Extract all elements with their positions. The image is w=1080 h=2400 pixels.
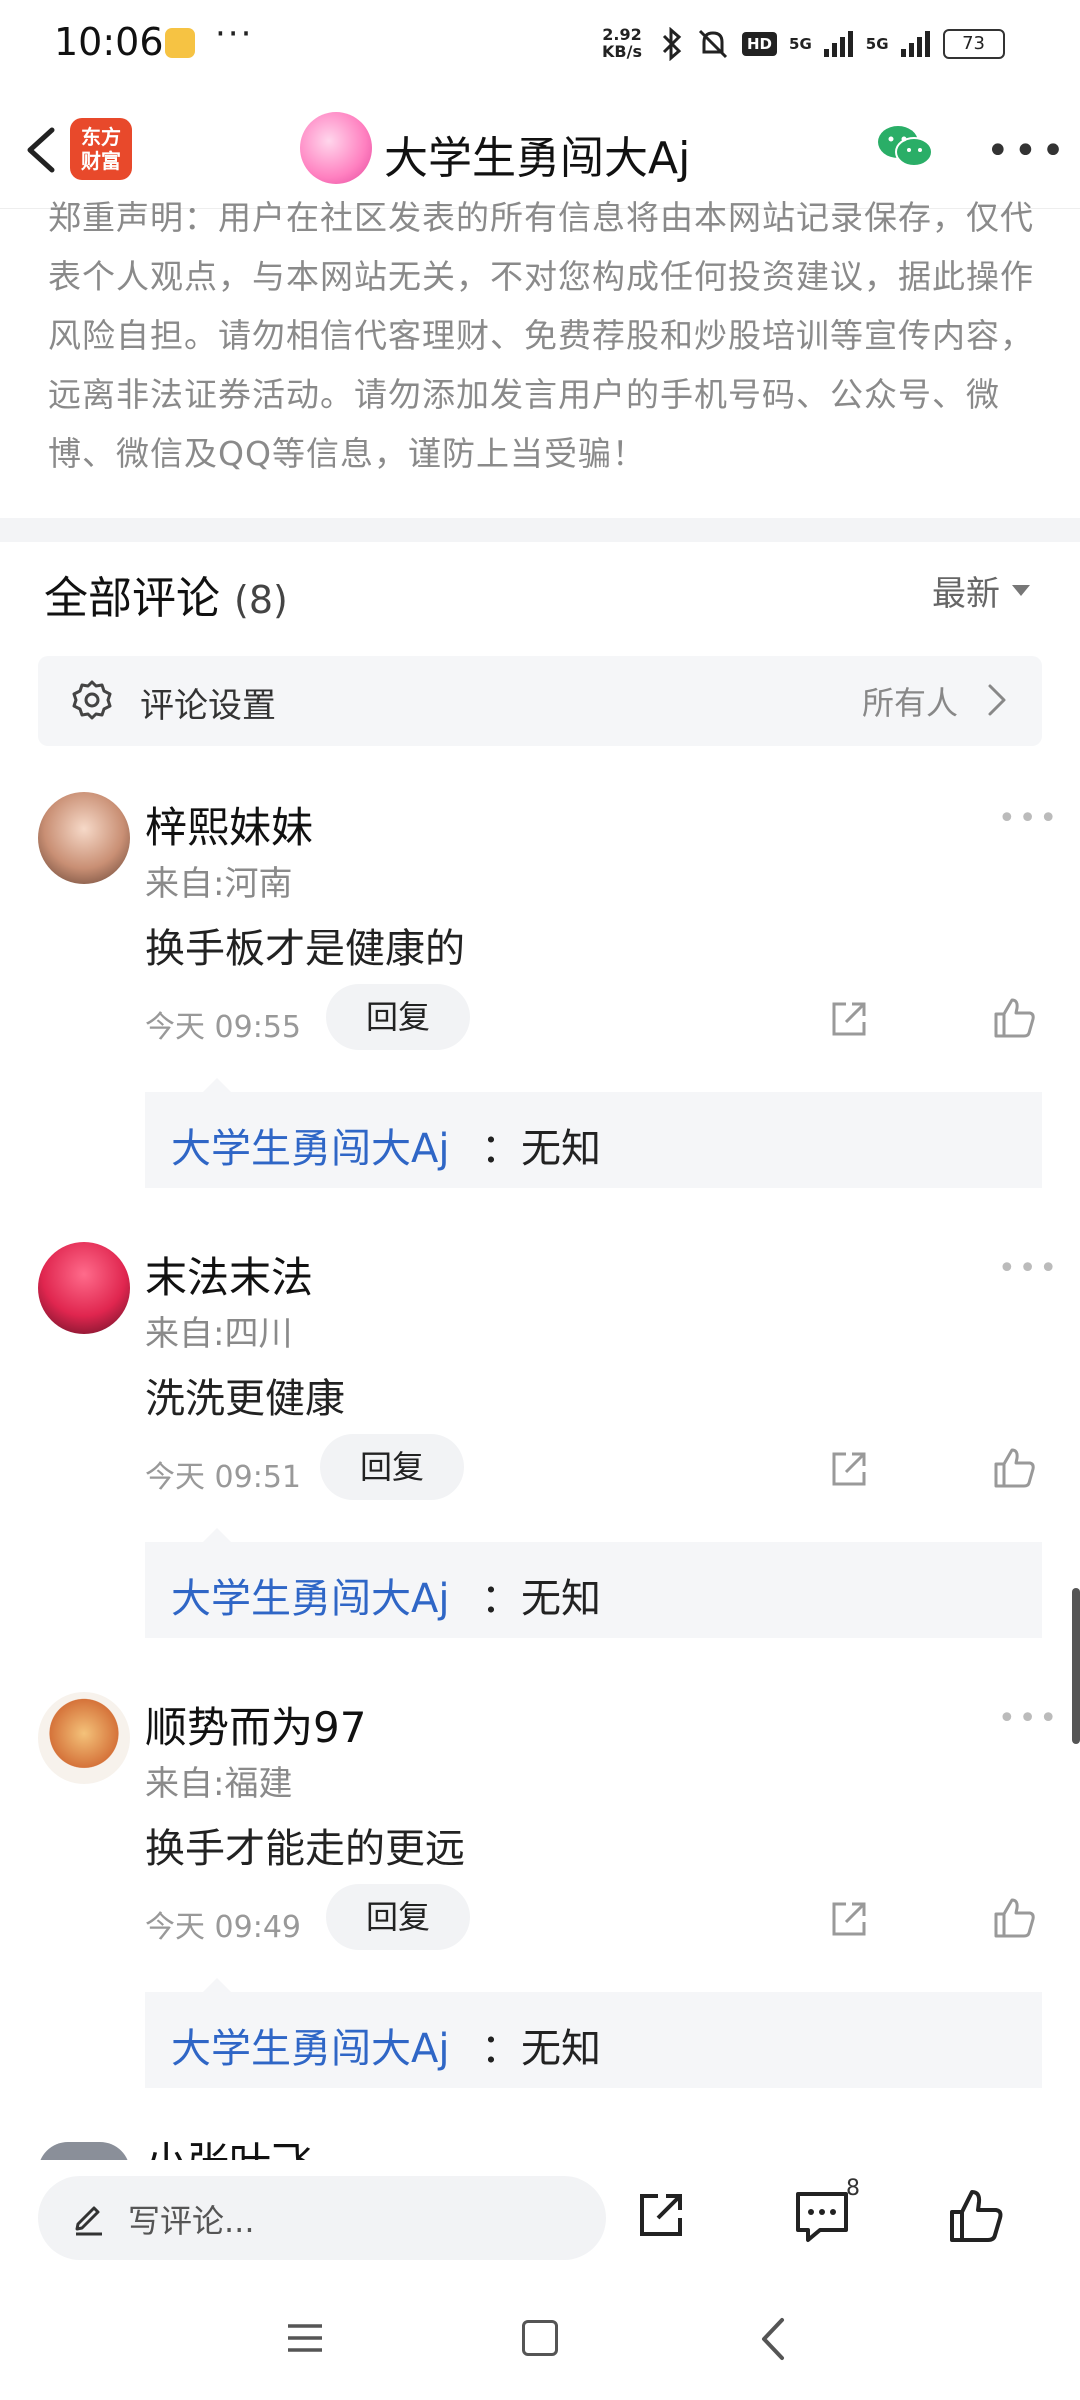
- share-icon[interactable]: [828, 998, 870, 1040]
- system-nav-bar: [0, 2280, 1080, 2400]
- status-more-dots: ···: [215, 14, 254, 54]
- avatar[interactable]: [38, 1692, 130, 1784]
- home-icon[interactable]: [522, 2320, 558, 2356]
- reply-author[interactable]: 大学生勇闯大Aj: [171, 2016, 449, 2074]
- more-options-icon[interactable]: •••: [986, 131, 1069, 171]
- comment-more-icon[interactable]: •••: [998, 1704, 1060, 1734]
- bluetooth-icon: [662, 27, 682, 61]
- status-icons: HD 5G 5G 73: [660, 22, 1005, 66]
- reply-author[interactable]: 大学生勇闯大Aj: [171, 1116, 449, 1174]
- reply-button[interactable]: 回复: [320, 1434, 464, 1500]
- write-comment-placeholder: 写评论...: [128, 2202, 255, 2240]
- wechat-icon[interactable]: [876, 122, 934, 172]
- reply-preview[interactable]: 大学生勇闯大Aj ：无知: [145, 1528, 1042, 1638]
- network-speed-value: 2.92: [602, 25, 642, 44]
- network-speed: 2.92 KB/s: [602, 26, 642, 60]
- comment-settings-row[interactable]: 评论设置 所有人: [38, 656, 1042, 746]
- comment-location: 来自:河南: [145, 864, 293, 904]
- hd-badge: HD: [742, 32, 778, 56]
- notification-app-icon: [165, 28, 195, 58]
- comment-author[interactable]: 顺势而为97: [145, 1694, 366, 1755]
- comment-item: 梓熙妹妹 来自:河南 ••• 换手板才是健康的 今天 09:55 回复 大学生勇…: [0, 792, 1080, 1242]
- battery-indicator: 73: [942, 29, 1005, 59]
- avatar[interactable]: [38, 1242, 130, 1334]
- comments-title-label: 全部评论: [44, 573, 220, 624]
- comment-item: 末法末法 来自:四川 ••• 洗洗更健康 今天 09:51 回复 大学生勇闯大A…: [0, 1242, 1080, 1692]
- brand-logo-line2: 财富: [81, 149, 121, 173]
- reply-text: ：无知: [481, 1576, 601, 1622]
- page-title[interactable]: 大学生勇闯大Aj: [384, 122, 690, 186]
- share-icon[interactable]: [828, 1898, 870, 1940]
- thumbs-up-icon[interactable]: [992, 996, 1036, 1040]
- author-avatar[interactable]: [300, 112, 372, 184]
- section-divider: [0, 518, 1080, 542]
- comment-count-badge: 8: [846, 2176, 860, 2201]
- reply-preview[interactable]: 大学生勇闯大Aj ：无知: [145, 1078, 1042, 1188]
- pencil-icon: [75, 2206, 102, 2236]
- reply-preview[interactable]: 大学生勇闯大Aj ：无知: [145, 1978, 1042, 2088]
- menu-icon[interactable]: [286, 2320, 324, 2356]
- mute-bell-icon: [698, 29, 728, 59]
- reply-button[interactable]: 回复: [326, 1884, 470, 1950]
- comment-settings-label: 评论设置: [140, 686, 276, 726]
- gear-icon: [72, 680, 112, 720]
- comment-text[interactable]: 换手才能走的更远: [145, 1816, 465, 1874]
- reply-author[interactable]: 大学生勇闯大Aj: [171, 1566, 449, 1624]
- comment-time: 今天 09:49: [145, 1910, 301, 1945]
- network-type-2: 5G: [865, 35, 889, 53]
- status-bar: 10:06 ··· 2.92 KB/s HD 5G 5G 73: [0, 0, 1080, 90]
- comment-author[interactable]: 梓熙妹妹: [145, 794, 313, 855]
- comment-item: 顺势而为97 来自:福建 ••• 换手才能走的更远 今天 09:49 回复 大学…: [0, 1692, 1080, 2142]
- comments-count: (8): [234, 578, 288, 622]
- brand-logo-line1: 东方: [81, 125, 121, 149]
- write-comment-input[interactable]: 写评论...: [38, 2176, 606, 2260]
- comment-text[interactable]: 换手板才是健康的: [145, 916, 465, 974]
- thumbs-up-icon[interactable]: [992, 1896, 1036, 1940]
- avatar[interactable]: [38, 792, 130, 884]
- chevron-right-icon: [988, 684, 1006, 716]
- scrollbar[interactable]: [1072, 1588, 1080, 1744]
- reply-preview-pointer: [203, 1978, 231, 1992]
- sort-dropdown[interactable]: 最新: [932, 566, 1030, 615]
- comment-more-icon[interactable]: •••: [998, 804, 1060, 834]
- nav-back-icon[interactable]: [758, 2316, 788, 2362]
- brand-logo[interactable]: 东方 财富: [70, 118, 132, 180]
- comment-location: 来自:福建: [145, 1764, 293, 1804]
- caret-down-icon: [1012, 585, 1030, 596]
- signal-icon-2: [900, 31, 930, 57]
- reply-button[interactable]: 回复: [326, 984, 470, 1050]
- bottom-action-bar: 写评论... 8: [0, 2160, 1080, 2280]
- network-type-1: 5G: [789, 35, 812, 53]
- reply-preview-pointer: [203, 1528, 231, 1542]
- comment-time: 今天 09:51: [145, 1460, 301, 1495]
- comment-text[interactable]: 洗洗更健康: [145, 1366, 345, 1424]
- disclaimer-text: 郑重声明：用户在社区发表的所有信息将由本网站记录保存，仅代表个人观点，与本网站无…: [48, 198, 1034, 473]
- comment-settings-value: 所有人: [862, 684, 959, 722]
- status-time: 10:06: [54, 20, 164, 64]
- signal-icon: [823, 31, 853, 57]
- reply-preview-pointer: [203, 1078, 231, 1092]
- comment-time: 今天 09:55: [145, 1010, 301, 1045]
- comment-author[interactable]: 末法末法: [145, 1244, 313, 1305]
- comment-icon[interactable]: [794, 2190, 850, 2244]
- thumbs-up-icon[interactable]: [948, 2188, 1004, 2244]
- share-icon[interactable]: [636, 2190, 686, 2240]
- share-icon[interactable]: [828, 1448, 870, 1490]
- thumbs-up-icon[interactable]: [992, 1446, 1036, 1490]
- back-icon[interactable]: [16, 120, 70, 180]
- sort-label: 最新: [932, 574, 1000, 614]
- comment-location: 来自:四川: [145, 1314, 293, 1354]
- network-speed-unit: KB/s: [602, 42, 642, 61]
- comments-title: 全部评论 (8): [44, 562, 288, 626]
- reply-text: ：无知: [481, 1126, 601, 1172]
- reply-text: ：无知: [481, 2026, 601, 2072]
- comment-more-icon[interactable]: •••: [998, 1254, 1060, 1284]
